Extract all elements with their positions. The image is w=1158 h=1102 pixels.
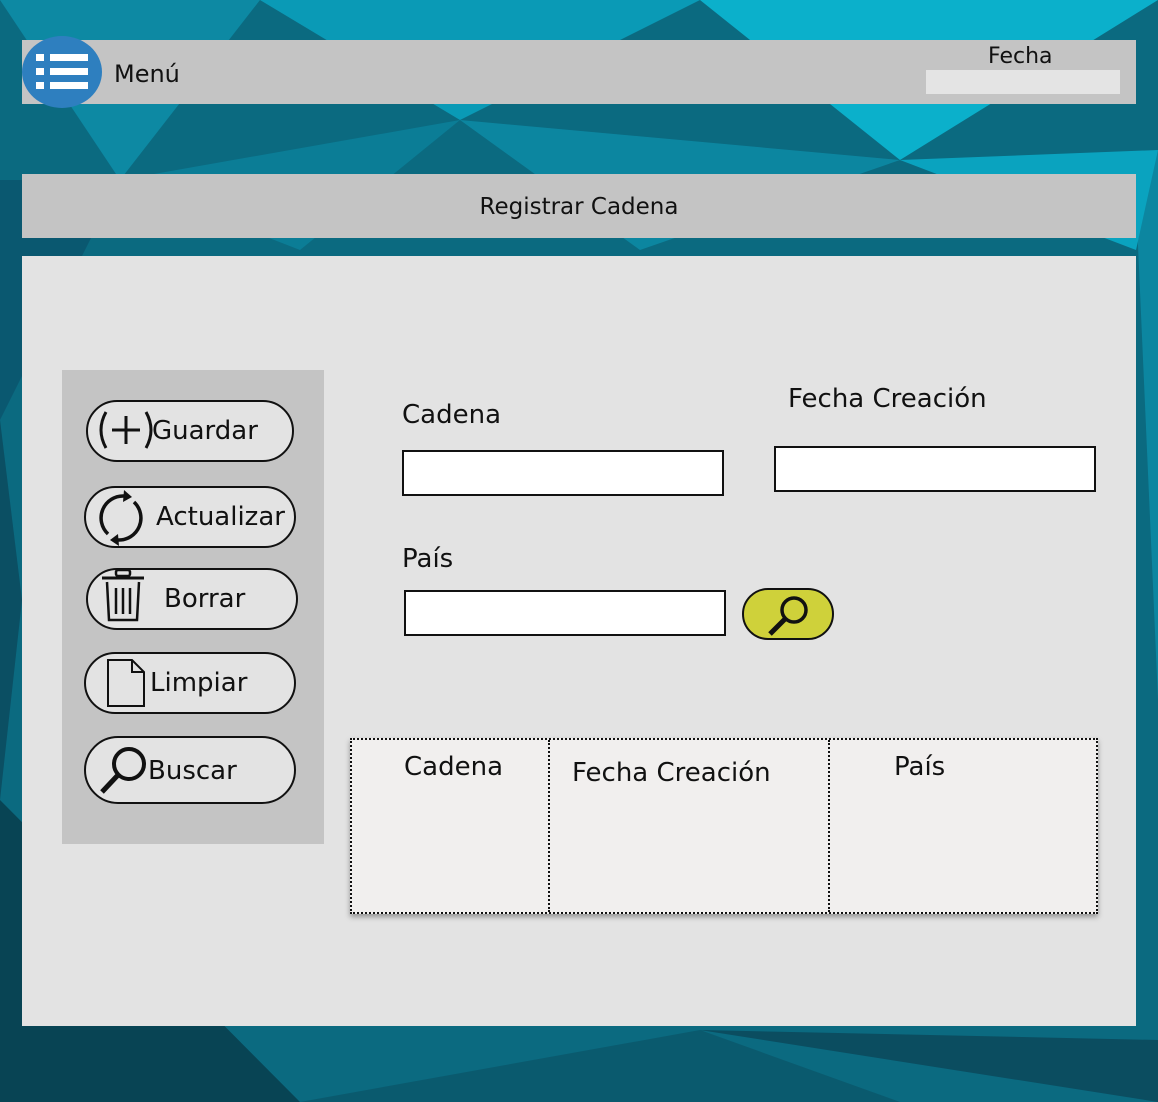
update-label: Actualizar (156, 502, 285, 532)
cadena-input[interactable] (402, 450, 724, 496)
date-label: Fecha (988, 44, 1053, 69)
pais-input[interactable] (404, 590, 726, 636)
pais-search-button[interactable] (742, 588, 834, 640)
page-title: Registrar Cadena (22, 174, 1136, 238)
column-divider (828, 740, 830, 912)
plus-circle-icon (99, 411, 153, 449)
search-button[interactable]: Buscar (84, 736, 296, 804)
pais-label: País (402, 544, 454, 574)
column-header-fecha-creacion: Fecha Creación (572, 758, 771, 788)
delete-button[interactable]: Borrar (86, 568, 298, 630)
search-label: Buscar (148, 756, 237, 786)
column-header-pais: País (894, 752, 946, 782)
cadena-label: Cadena (402, 400, 501, 430)
actions-sidebar: Guardar Actualizar Borrar Limpiar Buscar (62, 370, 324, 844)
clear-button[interactable]: Limpiar (84, 652, 296, 714)
refresh-icon (99, 490, 143, 546)
save-button[interactable]: Guardar (86, 400, 294, 462)
column-divider (548, 740, 550, 912)
list-menu-icon (36, 54, 88, 89)
magnifier-icon (768, 596, 808, 636)
delete-label: Borrar (164, 584, 246, 614)
column-header-cadena: Cadena (404, 752, 503, 782)
menu-label: Menú (114, 60, 180, 88)
fecha-creacion-input[interactable] (774, 446, 1096, 492)
results-table: Cadena Fecha Creación País (350, 738, 1098, 914)
fecha-creacion-label: Fecha Creación (788, 384, 987, 414)
menu-button[interactable] (22, 36, 102, 108)
date-field (926, 70, 1120, 94)
main-panel: Guardar Actualizar Borrar Limpiar Buscar… (22, 256, 1136, 1026)
magnifier-icon (100, 747, 146, 794)
document-icon (107, 659, 145, 707)
save-label: Guardar (152, 416, 258, 446)
trash-icon (102, 568, 144, 622)
update-button[interactable]: Actualizar (84, 486, 296, 548)
top-bar: Menú Fecha (22, 36, 1136, 108)
clear-label: Limpiar (150, 668, 248, 698)
